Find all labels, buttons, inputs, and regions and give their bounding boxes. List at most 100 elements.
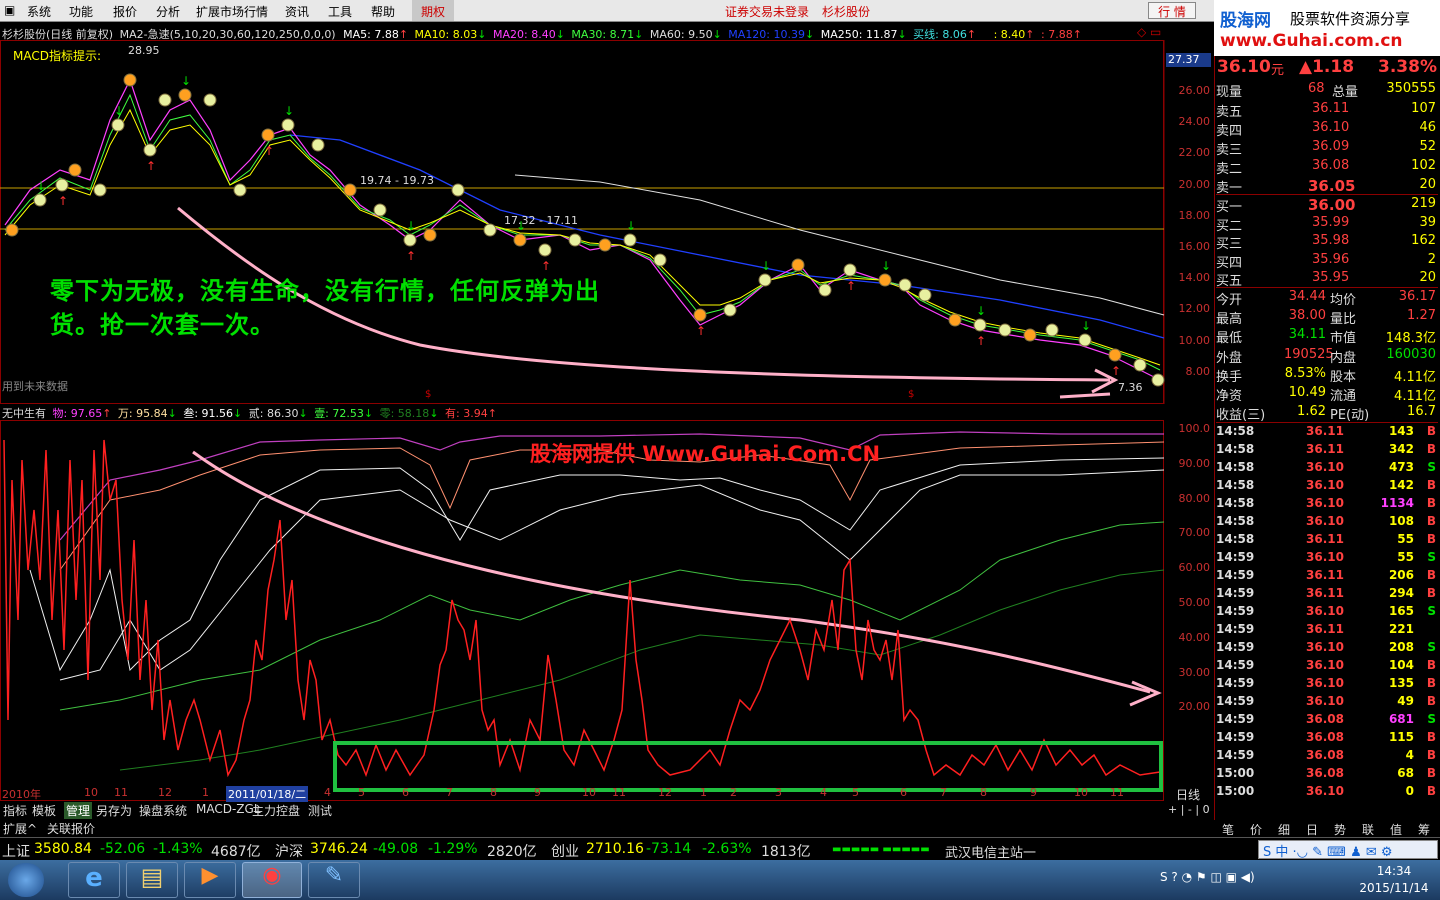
tick-price: 36.10	[1306, 460, 1344, 474]
quote-tab[interactable]: 笔	[1222, 821, 1234, 838]
bid-volume: 39	[1419, 214, 1436, 230]
price-change: ▲1.18	[1299, 57, 1355, 77]
tick-side: S	[1427, 604, 1436, 618]
stat-label2: 均价	[1330, 293, 1357, 308]
sub-chart[interactable]	[0, 420, 1214, 802]
signal-marker	[451, 183, 465, 197]
ask-price: 36.09	[1312, 139, 1350, 154]
tab-6[interactable]: 主力控盘	[252, 802, 300, 819]
annotation-line2: 货。抢一次套一次。	[50, 310, 275, 339]
signal-marker	[918, 288, 932, 302]
quote-tab[interactable]: 细	[1278, 821, 1290, 838]
tab-2[interactable]: 管理	[64, 802, 93, 819]
tick-row: 14:59 36.08 681 S	[1216, 712, 1438, 730]
stats-divider	[1216, 287, 1438, 288]
down-arrow-icon: ↓	[1081, 319, 1091, 333]
tick-price: 36.10	[1306, 694, 1344, 708]
media-player-icon[interactable]: ▶	[184, 862, 236, 898]
quote-button[interactable]: 行 情	[1148, 2, 1196, 19]
ticks-divider	[1216, 422, 1438, 423]
cy-pct: -2.63%	[702, 841, 752, 857]
sub-chart-header: 无中生有 物: 97.65↑ 万: 95.84↓ 叁: 91.56↓ 贰: 86…	[2, 407, 497, 420]
explorer-icon[interactable]: ▤	[126, 862, 178, 898]
menu-help[interactable]: 帮助	[371, 3, 395, 20]
low-price-label: 7.36	[1118, 381, 1143, 394]
tick-price: 36.11	[1306, 424, 1344, 438]
tick-volume: 49	[1397, 694, 1414, 708]
tick-time: 14:58	[1216, 514, 1255, 528]
login-status[interactable]: 证券交易未登录	[725, 3, 809, 20]
start-button[interactable]	[8, 863, 44, 897]
ie-icon[interactable]: e	[68, 862, 120, 898]
quote-tab[interactable]: 日	[1306, 821, 1318, 838]
tick-volume: 221	[1388, 622, 1414, 636]
signal-marker	[843, 263, 857, 277]
tick-row: 14:58 36.11 55 B	[1216, 532, 1438, 550]
menu-system[interactable]: 系统	[27, 3, 51, 20]
clock-time[interactable]: 14:34	[1364, 864, 1424, 878]
tab-5[interactable]: MACD-ZGL	[196, 802, 261, 816]
tick-price: 36.08	[1306, 730, 1344, 744]
stock-app-icon[interactable]: ◉	[242, 862, 302, 898]
indicator-title[interactable]: 无中生有	[2, 407, 46, 420]
bid-price: 35.95	[1312, 270, 1350, 285]
cy-change: -73.14	[646, 841, 692, 857]
quote-tab[interactable]: 价	[1250, 821, 1262, 838]
tick-row: 14:59 36.11 221	[1216, 622, 1438, 640]
y-tick-sub: 20.00	[1178, 700, 1211, 714]
menu-info[interactable]: 资讯	[285, 3, 309, 20]
signal-marker	[758, 273, 772, 287]
bid-volume: 20	[1419, 270, 1436, 285]
tick-row: 14:58 36.10 142 B	[1216, 478, 1438, 496]
signal-marker	[5, 223, 19, 237]
ime-bar[interactable]: S 中 ·◡ ✎ ⌨ ♟ ✉ ⚙	[1258, 840, 1438, 860]
tick-side: B	[1426, 568, 1436, 582]
ext-tab-1[interactable]: 关联报价	[47, 820, 95, 837]
signal-marker	[233, 183, 247, 197]
brand-url: www.Guhai.com.cn	[1220, 31, 1403, 51]
x-label: 12	[158, 786, 172, 799]
app-icon[interactable]: ▣	[4, 3, 15, 17]
menu-quote[interactable]: 报价	[113, 3, 137, 20]
tick-time: 14:59	[1216, 604, 1255, 618]
menu-function[interactable]: 功能	[69, 3, 93, 20]
tick-price: 36.11	[1306, 586, 1344, 600]
tab-4[interactable]: 操盘系统	[139, 802, 187, 819]
up-arrow-icon: ↑	[1111, 364, 1121, 378]
menu-tools[interactable]: 工具	[328, 3, 352, 20]
menu-options[interactable]: 期权	[412, 0, 454, 21]
tab-3[interactable]: 另存为	[96, 802, 132, 819]
sz-pct: -1.29%	[428, 841, 478, 857]
tray-icons[interactable]: S ? ◔ ⚑ ◫ ▣ ◀)	[1160, 870, 1255, 884]
clock-date[interactable]: 2015/11/14	[1352, 881, 1436, 895]
tab-0[interactable]: 指标	[3, 802, 27, 819]
quote-tab[interactable]: 联	[1362, 821, 1374, 838]
chart-window-controls[interactable]: ◇ ▭	[1137, 25, 1161, 39]
stat-value: 38.00	[1288, 308, 1326, 324]
x-label: 11	[1110, 786, 1124, 799]
menu-ext-market[interactable]: 扩展市场行情	[196, 3, 268, 20]
quote-tab[interactable]: 值	[1390, 821, 1402, 838]
tab-7[interactable]: 测试	[308, 802, 332, 819]
server-name[interactable]: 武汉电信主站一	[945, 842, 1036, 861]
x-label: 7	[446, 786, 453, 799]
tick-side: B	[1426, 658, 1436, 672]
zoom-controls[interactable]: + | - | 0	[1168, 803, 1210, 816]
ext-tab-0[interactable]: 扩展^	[3, 820, 37, 837]
ask-row: 卖三 36.09 52	[1216, 139, 1438, 158]
main-chart[interactable]: ↓↑↓↑↓↑↓↓↑↓↑↓↑↓↑↓↓↑↓↑ $ $	[0, 40, 1214, 404]
stat-value2: 4.11亿	[1394, 389, 1436, 404]
stat-value: 190525	[1284, 346, 1334, 362]
period-label[interactable]: 日线	[1176, 786, 1200, 803]
paint-icon[interactable]: ✎	[308, 862, 360, 898]
tab-1[interactable]: 模板	[32, 802, 56, 819]
tick-row: 14:59 36.11 294 B	[1216, 586, 1438, 604]
menu-analysis[interactable]: 分析	[156, 3, 180, 20]
quote-tab[interactable]: 筹	[1418, 821, 1430, 838]
quote-tab[interactable]: 势	[1334, 821, 1346, 838]
y-tick-main: 12.00	[1178, 302, 1211, 316]
cy-label[interactable]: 创业	[551, 841, 579, 861]
sz-label[interactable]: 沪深	[275, 841, 303, 861]
x-label: 9	[1030, 786, 1037, 799]
sh-label[interactable]: 上证	[2, 841, 30, 861]
